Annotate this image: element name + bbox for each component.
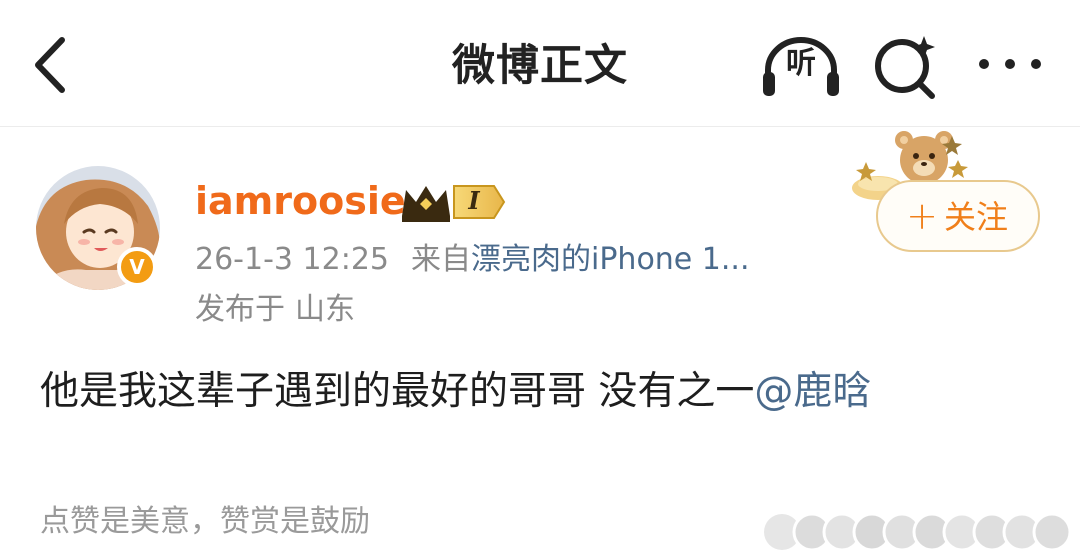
verified-badge: V [117, 247, 157, 287]
more-dots-icon [979, 59, 1041, 69]
search-button[interactable] [870, 30, 942, 102]
source-prefix: 来自 [411, 242, 471, 277]
post-source-link[interactable]: 漂亮肉的iPhone 1... [471, 242, 750, 277]
post-body-text: 他是我这辈子遇到的最好的哥哥 没有之一 [40, 369, 755, 414]
top-nav-bar: 微博正文 听 [0, 0, 1080, 127]
post-meta: 26-1-3 12:25 来自漂亮肉的iPhone 1... [195, 238, 750, 282]
supporter-avatars-icon[interactable] [752, 504, 1080, 550]
follow-button[interactable]: + 关注 [876, 180, 1040, 252]
search-sparkle-icon [875, 36, 935, 99]
location-name: 山东 [295, 292, 355, 327]
listen-button[interactable]: 听 [760, 34, 842, 100]
post-username[interactable]: iamroosie [195, 176, 406, 226]
vip-crown-icon [402, 185, 506, 222]
back-button[interactable] [22, 28, 82, 98]
follow-plus-icon: + [906, 194, 938, 238]
post-location: 发布于 山东 [195, 288, 355, 332]
page-title: 微博正文 [452, 41, 628, 91]
listen-label: 听 [786, 46, 816, 81]
post-time: 26-1-3 12:25 [195, 242, 389, 277]
mention-link[interactable]: @鹿晗 [754, 369, 871, 414]
chevron-left-icon [35, 37, 65, 93]
reward-hint: 点赞是美意，赞赏是鼓励 [40, 504, 370, 539]
weibo-post-page: 微博正文 听 V iamroosie I 26-1-3 12:25 来自漂亮肉的… [0, 0, 1080, 550]
vip-level-label: I [468, 186, 480, 215]
post-content: 他是我这辈子遇到的最好的哥哥 没有之一@鹿晗 [40, 364, 871, 420]
verified-badge-letter: V [129, 255, 145, 279]
location-prefix: 发布于 [195, 292, 285, 327]
follow-label: 关注 [944, 198, 1009, 236]
more-button[interactable] [972, 40, 1048, 88]
